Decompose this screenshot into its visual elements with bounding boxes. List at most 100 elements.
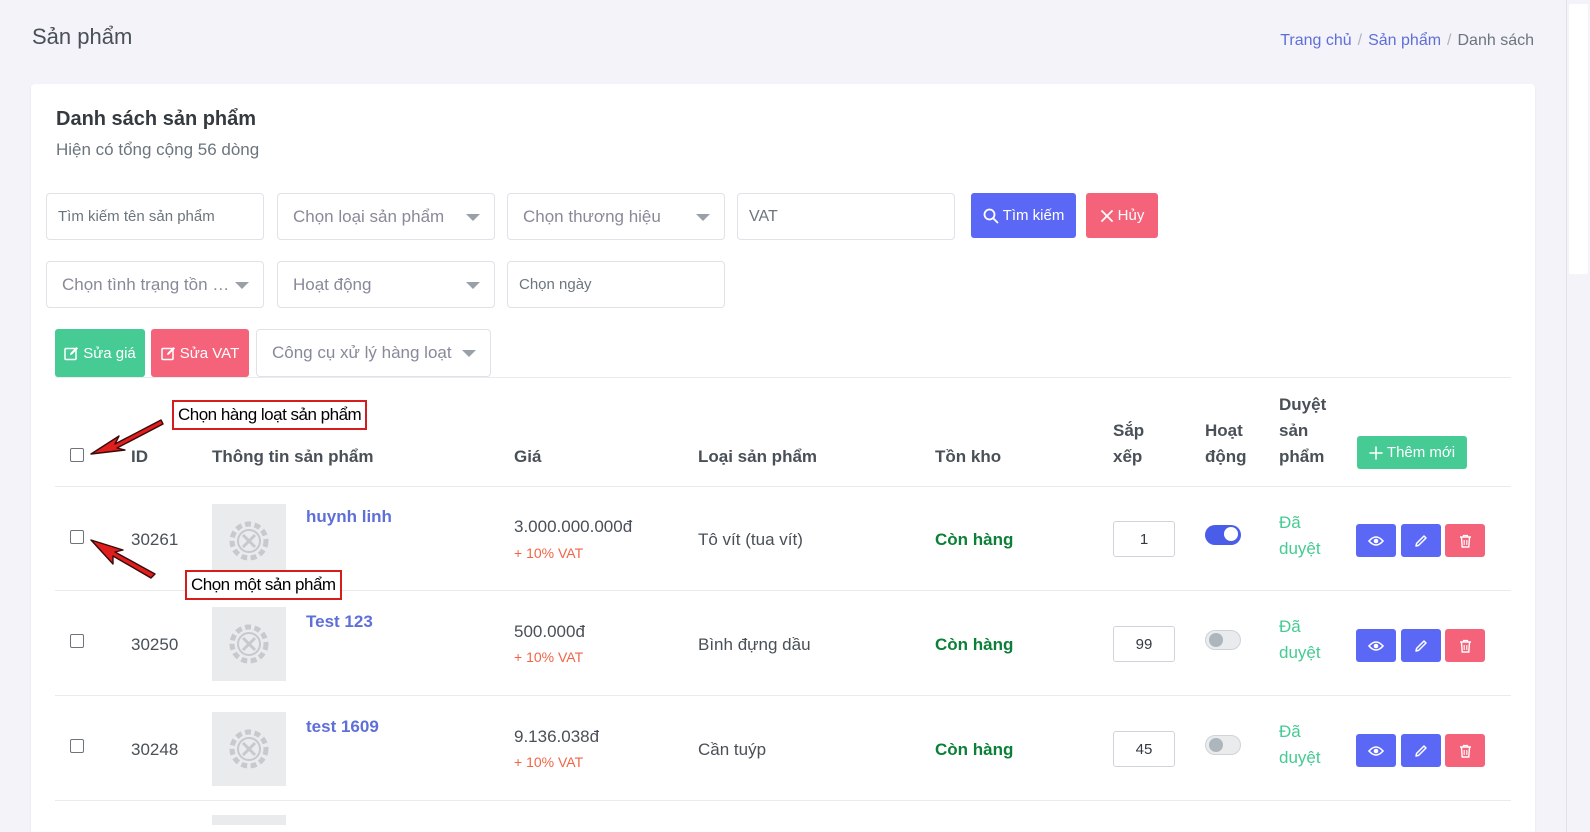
sort-order-input[interactable]: 1 <box>1113 521 1175 557</box>
edit-price-button[interactable]: Sửa giá <box>55 329 145 377</box>
caret-down-icon <box>466 282 480 289</box>
add-new-button[interactable]: Thêm mới <box>1357 436 1467 469</box>
column-header-sort-line: xếp <box>1113 447 1143 466</box>
product-thumbnail <box>212 815 286 825</box>
delete-button[interactable] <box>1445 629 1485 662</box>
search-placeholder: Tìm kiếm tên sản phẩm <box>58 208 215 225</box>
view-button[interactable] <box>1356 734 1396 767</box>
active-toggle[interactable] <box>1205 735 1241 755</box>
column-header-approval-line: Duyệt <box>1279 395 1327 414</box>
breadcrumb-home-link[interactable]: Trang chủ <box>1280 32 1351 49</box>
delete-button[interactable] <box>1445 734 1485 767</box>
row-checkbox[interactable] <box>70 634 84 648</box>
caret-down-icon <box>696 214 710 221</box>
approval-status: Đã duyệt <box>1279 722 1321 767</box>
caret-down-icon <box>235 282 249 289</box>
breadcrumb-separator: / <box>1357 32 1363 49</box>
active-status-select-label: Hoạt động <box>293 274 372 294</box>
product-list-card: Danh sách sản phẩm Hiện có tổng cộng 56 … <box>31 84 1535 832</box>
annotation-select-one: Chọn một sản phẩm <box>185 570 342 600</box>
edit-button[interactable] <box>1401 734 1441 767</box>
active-toggle[interactable] <box>1205 525 1241 545</box>
stock-status: Còn hàng <box>935 740 1014 759</box>
column-header-active-line: Hoạt <box>1205 421 1243 440</box>
stock-status-select[interactable]: Chọn tình trạng tồn k... <box>46 261 264 308</box>
column-header-approval-line: phẩm <box>1279 447 1325 466</box>
brand-select[interactable]: Chọn thương hiệu <box>507 193 725 240</box>
vat-input[interactable]: VAT <box>737 193 955 240</box>
annotation-arrow-icon <box>90 419 164 455</box>
edit-price-button-label: Sửa giá <box>83 344 136 362</box>
column-header-approval: Duyệt sản phẩm <box>1279 392 1326 470</box>
select-all-checkbox[interactable] <box>70 448 84 462</box>
product-name-link[interactable]: Test 123 <box>306 612 373 632</box>
table-row: 30250 Test 123 500.000đ + 10% VAT Bình đ… <box>55 592 1511 696</box>
search-button-label: Tìm kiếm <box>1002 207 1065 224</box>
active-status-select[interactable]: Hoạt động <box>277 261 495 308</box>
brand-select-label: Chọn thương hiệu <box>523 206 661 226</box>
column-header-active: Hoạt động <box>1205 418 1247 470</box>
breadcrumb: Trang chủ / Sản phẩm / Danh sách <box>1280 32 1534 50</box>
edit-button[interactable] <box>1401 629 1441 662</box>
product-thumbnail <box>212 504 286 578</box>
product-thumbnail <box>212 712 286 786</box>
pencil-icon <box>1415 744 1427 757</box>
product-price: 3.000.000.000đ <box>514 517 633 536</box>
scrollbar[interactable] <box>1566 0 1590 832</box>
pencil-icon <box>1415 534 1427 547</box>
category-select-label: Chọn loại sản phẩm <box>293 206 445 226</box>
sort-order-input[interactable]: 99 <box>1113 626 1175 662</box>
card-subtitle: Hiện có tổng cộng 56 dòng <box>56 140 260 159</box>
stock-status: Còn hàng <box>935 635 1014 654</box>
product-price: 500.000đ <box>514 622 585 641</box>
trash-icon <box>1459 639 1471 653</box>
column-header-sort-line: Sắp <box>1113 421 1145 440</box>
edit-vat-button[interactable]: Sửa VAT <box>151 329 249 377</box>
edit-square-icon <box>64 346 79 360</box>
bulk-tools-select-label: Công cụ xử lý hàng loạt <box>272 343 452 362</box>
category-select[interactable]: Chọn loại sản phẩm <box>277 193 495 240</box>
column-header-approval-line: sản <box>1279 421 1309 440</box>
add-new-button-label: Thêm mới <box>1386 444 1456 461</box>
view-button[interactable] <box>1356 629 1396 662</box>
toggle-knob <box>1209 633 1223 647</box>
edit-vat-button-label: Sửa VAT <box>179 344 240 362</box>
approval-status: Đã duyệt <box>1279 513 1321 558</box>
edit-button[interactable] <box>1401 524 1441 557</box>
table-row: 30248 test 1609 9.136.038đ + 10% VAT Cần… <box>55 697 1511 801</box>
pencil-icon <box>1415 639 1427 652</box>
divider <box>55 377 1511 378</box>
date-picker-input[interactable]: Chọn ngày <box>507 261 725 308</box>
edit-square-icon <box>160 346 175 360</box>
breadcrumb-products-link[interactable]: Sản phẩm <box>1368 32 1441 49</box>
plus-icon <box>1369 445 1383 460</box>
search-input[interactable]: Tìm kiếm tên sản phẩm <box>46 193 264 240</box>
search-button[interactable]: Tìm kiếm <box>971 193 1076 238</box>
active-toggle[interactable] <box>1205 630 1241 650</box>
breadcrumb-current: Danh sách <box>1457 32 1535 49</box>
eye-icon <box>1368 745 1384 756</box>
view-button[interactable] <box>1356 524 1396 557</box>
column-header-active-line: động <box>1205 447 1247 466</box>
product-vat: + 10% VAT <box>514 649 584 665</box>
sort-order-input[interactable]: 45 <box>1113 731 1175 767</box>
product-category: Cần tuýp <box>698 740 767 759</box>
annotation-arrow-icon <box>90 539 156 579</box>
delete-button[interactable] <box>1445 524 1485 557</box>
bulk-tools-select[interactable]: Công cụ xử lý hàng loạt <box>256 329 491 377</box>
product-category: Bình đựng dầu <box>698 635 811 654</box>
product-vat: + 10% VAT <box>514 754 584 770</box>
column-header-info: Thông tin sản phẩm <box>212 447 374 466</box>
product-name-link[interactable]: huynh linh <box>306 507 392 527</box>
product-id: 30248 <box>131 740 179 759</box>
cancel-button[interactable]: Hủy <box>1086 193 1158 238</box>
row-checkbox[interactable] <box>70 739 84 753</box>
card-title: Danh sách sản phẩm <box>56 108 257 130</box>
trash-icon <box>1459 744 1471 758</box>
row-checkbox[interactable] <box>70 530 84 544</box>
product-id: 30250 <box>131 635 179 654</box>
date-placeholder: Chọn ngày <box>519 276 592 293</box>
tools-gear-icon <box>229 624 269 664</box>
scrollbar-thumb[interactable] <box>1569 4 1588 274</box>
product-name-link[interactable]: test 1609 <box>306 717 379 737</box>
